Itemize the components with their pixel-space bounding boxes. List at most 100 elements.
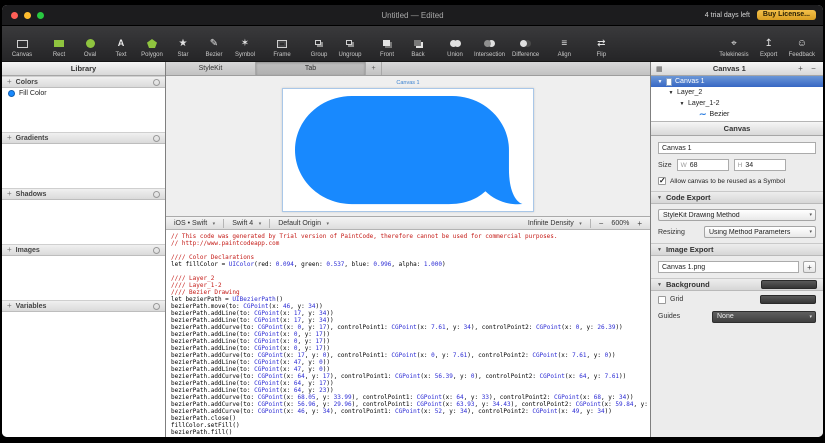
tab-canvas[interactable]: Tab — [256, 62, 366, 75]
tool-back[interactable]: Back — [406, 37, 430, 58]
tool-polygon[interactable]: Polygon — [140, 37, 164, 58]
disclosure-icon[interactable]: ▼ — [657, 79, 663, 85]
minimize-window-button[interactable] — [24, 12, 31, 19]
tool-symbol[interactable]: ✶Symbol — [233, 37, 257, 58]
buy-license-button[interactable]: Buy License... — [757, 10, 816, 20]
library-header-shadows[interactable]: +Shadows — [2, 188, 165, 200]
speech-bubble-svg — [295, 96, 523, 206]
canvas-height-input[interactable]: H 34 — [734, 159, 786, 171]
zoom-window-button[interactable] — [37, 12, 44, 19]
tool-group[interactable]: Group — [307, 37, 331, 58]
layers-tree: ▼Canvas 1▼Layer_2▼Layer_1-2∼Bezier — [651, 76, 823, 122]
tool-export[interactable]: ↥Export — [757, 37, 781, 58]
canvas-panel-header: Canvas — [651, 122, 823, 136]
tool-telekinesis[interactable]: ⌖Telekinesis — [719, 37, 748, 58]
tool-intersection[interactable]: Intersection — [474, 37, 505, 58]
code-area[interactable]: // This code was generated by Trial vers… — [166, 230, 650, 437]
tool-canvas[interactable]: Canvas — [10, 37, 34, 58]
canvas-width-input[interactable]: W 68 — [677, 159, 729, 171]
close-window-button[interactable] — [11, 12, 18, 19]
library-header-images[interactable]: +Images — [2, 244, 165, 256]
tool-label: Rect — [53, 52, 65, 58]
image-export-title: Image Export — [666, 245, 714, 254]
color-swatch — [8, 90, 15, 97]
canvas-name-input[interactable]: Canvas 1 — [658, 142, 816, 154]
origin-dropdown[interactable]: Default Origin — [278, 220, 329, 227]
tool-rect[interactable]: Rect — [47, 37, 71, 58]
flip-glyph: ⇄ — [597, 37, 605, 50]
zoom-out-button[interactable]: − — [599, 219, 604, 228]
background-header[interactable]: ▼ Background — [651, 278, 823, 291]
library-panel: Library +ColorsFill Color+Gradients+Shad… — [2, 62, 166, 437]
tab-stylekit[interactable]: StyleKit — [166, 62, 256, 75]
disclosure-icon: ▼ — [657, 195, 662, 201]
density-dropdown[interactable]: Infinite Density — [528, 220, 582, 227]
grid-checkbox[interactable] — [658, 296, 666, 304]
add-tab-button[interactable]: + — [366, 62, 382, 75]
add-export-button[interactable]: + — [803, 261, 816, 273]
symbol-reuse-checkbox[interactable] — [658, 177, 666, 185]
add-icon[interactable]: + — [7, 77, 12, 87]
tree-row-bezier[interactable]: ∼Bezier — [651, 109, 823, 120]
section-menu-icon[interactable] — [153, 191, 160, 198]
section-menu-icon[interactable] — [153, 303, 160, 310]
tool-label: Intersection — [474, 52, 505, 58]
item-label: Fill Color — [19, 90, 47, 97]
tool-feedback[interactable]: ☺Feedback — [789, 37, 815, 58]
list-item-fill-color[interactable]: Fill Color — [2, 88, 165, 99]
canvas[interactable] — [282, 88, 534, 212]
speech-bubble-path[interactable] — [295, 96, 522, 204]
guides-dropdown[interactable]: None — [712, 311, 816, 323]
tool-text[interactable]: AText — [109, 37, 133, 58]
tool-union[interactable]: Union — [443, 37, 467, 58]
section-menu-icon[interactable] — [153, 135, 160, 142]
disclosure-icon[interactable]: ▼ — [679, 101, 685, 107]
tree-row-layer-2[interactable]: ▼Layer_2 — [651, 87, 823, 98]
library-header-colors[interactable]: +Colors — [2, 76, 165, 88]
image-export-header[interactable]: ▼ Image Export — [651, 243, 823, 256]
tool-label: Ungroup — [338, 52, 361, 58]
tool-star[interactable]: ★Star — [171, 37, 195, 58]
tool-bezier[interactable]: ✎Bezier — [202, 37, 226, 58]
export-filename-input[interactable]: Canvas 1.png — [658, 261, 799, 273]
background-color-well[interactable] — [761, 280, 817, 289]
zoom-in-button[interactable]: + — [637, 219, 642, 228]
tool-oval[interactable]: Oval — [78, 37, 102, 58]
library-header-variables[interactable]: + Variables — [2, 300, 165, 312]
tool-difference[interactable]: Difference — [512, 37, 539, 58]
canvas-list-icon[interactable]: ▦ — [656, 65, 663, 73]
tool-label: Feedback — [789, 52, 815, 58]
tool-frame[interactable]: Frame — [270, 37, 294, 58]
tool-ungroup[interactable]: Ungroup — [338, 37, 362, 58]
add-icon[interactable]: + — [7, 301, 12, 311]
add-icon[interactable]: + — [7, 133, 12, 143]
intersection-glyph — [484, 40, 491, 47]
add-canvas-icon[interactable]: + — [796, 64, 805, 73]
remove-canvas-icon[interactable]: − — [809, 64, 818, 73]
tool-flip[interactable]: ⇄Flip — [589, 37, 613, 58]
union-icon — [450, 37, 461, 50]
resizing-dropdown[interactable]: Using Method Parameters — [704, 226, 816, 238]
tool-group-2: Frame — [270, 37, 294, 58]
tool-front[interactable]: Front — [375, 37, 399, 58]
platform-dropdown[interactable]: iOS • Swift — [174, 220, 215, 227]
drawing-method-dropdown[interactable]: StyleKit Drawing Method — [658, 209, 816, 221]
grid-color-well[interactable] — [760, 295, 816, 304]
code-line: bezierPath.move(to: CGPoint(x: 46, y: 34… — [171, 303, 650, 310]
disclosure-icon[interactable]: ▼ — [668, 90, 674, 96]
tree-row-layer-1-2[interactable]: ▼Layer_1-2 — [651, 98, 823, 109]
tree-row-canvas-1[interactable]: ▼Canvas 1 — [651, 76, 823, 87]
tool-group-5: Union Intersection Difference — [443, 37, 539, 58]
language-dropdown[interactable]: Swift 4 — [232, 220, 261, 227]
add-icon[interactable]: + — [7, 189, 12, 199]
canvas-title-label[interactable]: Canvas 1 — [282, 80, 534, 88]
tool-align[interactable]: ≡Align — [552, 37, 576, 58]
library-header-gradients[interactable]: +Gradients — [2, 132, 165, 144]
section-menu-icon[interactable] — [153, 79, 160, 86]
section-label: Variables — [16, 303, 47, 310]
zoom-level[interactable]: 600% — [611, 220, 629, 227]
add-icon[interactable]: + — [7, 245, 12, 255]
code-export-header[interactable]: ▼ Code Export — [651, 191, 823, 204]
section-menu-icon[interactable] — [153, 247, 160, 254]
library-sections: +Colors Fill Color +Gradients +Shadows +Imag… — [2, 76, 165, 437]
